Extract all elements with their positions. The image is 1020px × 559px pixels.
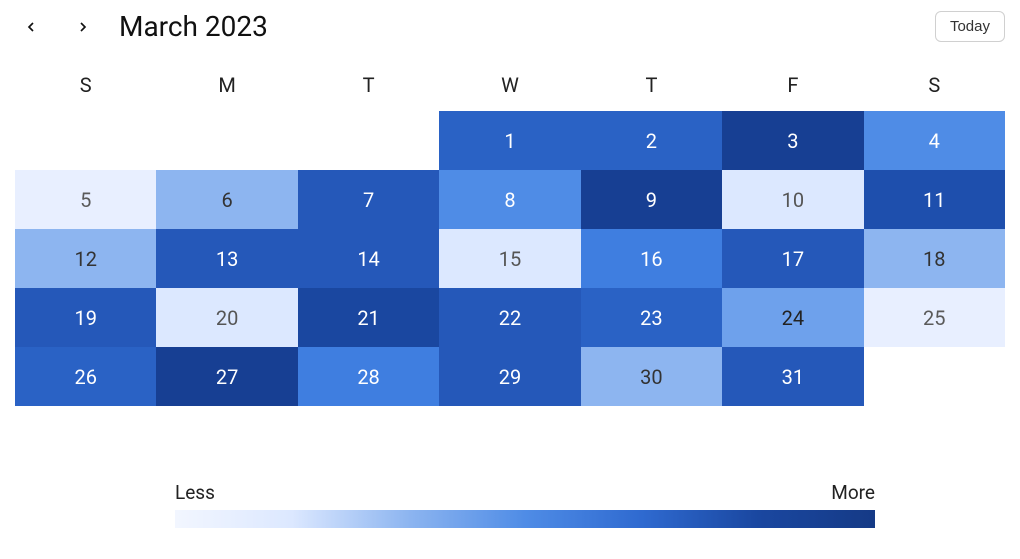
legend-more-label: More [831,481,875,504]
day-cell[interactable]: 4 [864,111,1005,170]
prev-month-button[interactable] [15,11,47,43]
heatmap-legend: Less More [175,481,875,528]
day-cell[interactable]: 20 [156,288,297,347]
legend-less-label: Less [175,481,215,504]
day-cell[interactable]: 12 [15,229,156,288]
day-cell[interactable]: 18 [864,229,1005,288]
day-cell[interactable]: 30 [581,347,722,406]
day-cell[interactable]: 6 [156,170,297,229]
day-cell-empty [156,111,297,170]
weekday-thu: T [581,63,722,111]
day-cell-empty [15,111,156,170]
weekday-fri: F [722,63,863,111]
weekday-sun: S [15,63,156,111]
day-cell[interactable]: 5 [15,170,156,229]
day-cell[interactable]: 8 [439,170,580,229]
day-cell[interactable]: 15 [439,229,580,288]
day-cell[interactable]: 27 [156,347,297,406]
day-cell[interactable]: 3 [722,111,863,170]
header-left: March 2023 [15,10,268,43]
month-title: March 2023 [119,10,268,43]
weekday-row: S M T W T F S [15,63,1005,111]
next-month-button[interactable] [67,11,99,43]
day-cell[interactable]: 16 [581,229,722,288]
day-cell[interactable]: 14 [298,229,439,288]
day-cell[interactable]: 7 [298,170,439,229]
calendar: S M T W T F S 12345678910111213141516171… [15,63,1005,406]
weekday-tue: T [298,63,439,111]
weekday-wed: W [439,63,580,111]
days-grid: 1234567891011121314151617181920212223242… [15,111,1005,406]
day-cell[interactable]: 25 [864,288,1005,347]
chevron-left-icon [23,19,39,35]
day-cell[interactable]: 17 [722,229,863,288]
day-cell[interactable]: 22 [439,288,580,347]
day-cell[interactable]: 10 [722,170,863,229]
weekday-mon: M [156,63,297,111]
day-cell[interactable]: 23 [581,288,722,347]
day-cell[interactable]: 24 [722,288,863,347]
day-cell[interactable]: 1 [439,111,580,170]
day-cell[interactable]: 31 [722,347,863,406]
weekday-sat: S [864,63,1005,111]
day-cell[interactable]: 28 [298,347,439,406]
day-cell[interactable]: 29 [439,347,580,406]
today-button[interactable]: Today [935,11,1005,42]
day-cell[interactable]: 11 [864,170,1005,229]
calendar-header: March 2023 Today [15,10,1005,43]
day-cell[interactable]: 26 [15,347,156,406]
day-cell[interactable]: 2 [581,111,722,170]
legend-gradient-bar [175,510,875,528]
day-cell[interactable]: 21 [298,288,439,347]
day-cell-empty [298,111,439,170]
day-cell[interactable]: 13 [156,229,297,288]
chevron-right-icon [75,19,91,35]
legend-labels: Less More [175,481,875,504]
day-cell[interactable]: 19 [15,288,156,347]
day-cell[interactable]: 9 [581,170,722,229]
